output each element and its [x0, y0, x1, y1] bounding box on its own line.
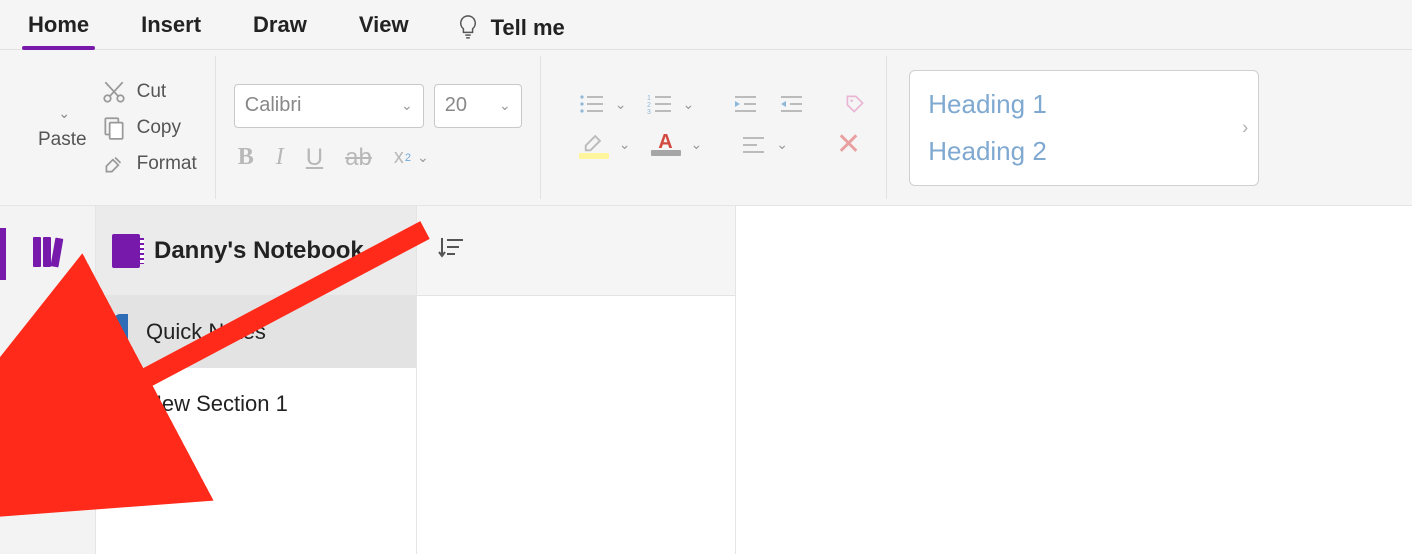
font-group: Calibri ⌄ 20 ⌄ B I U ab x2⌄ — [216, 56, 541, 199]
recent-rail-button[interactable] — [0, 452, 96, 512]
styles-group: Heading 1 Heading 2 › — [887, 56, 1259, 199]
cut-label: Cut — [137, 81, 167, 103]
tab-view[interactable]: View — [355, 6, 413, 50]
tab-home[interactable]: Home — [24, 6, 93, 50]
styles-gallery[interactable]: Heading 1 Heading 2 › — [909, 70, 1259, 186]
section-label: Quick Notes — [146, 319, 266, 345]
page-canvas[interactable] — [736, 206, 1412, 554]
notebooks-icon — [31, 234, 65, 275]
menu-bar: Home Insert Draw View Tell me — [0, 0, 1412, 50]
font-size-combo[interactable]: 20 ⌄ — [434, 84, 522, 128]
section-color-tab — [114, 314, 128, 350]
chevron-down-icon: ⌄ — [382, 241, 395, 261]
paragraph-group: ⌄ 123 ⌄ — [541, 56, 887, 199]
section-label: New Section 1 — [146, 391, 288, 417]
lightbulb-icon — [457, 14, 479, 42]
tell-me-label: Tell me — [491, 15, 565, 41]
clock-icon — [32, 464, 64, 501]
section-item[interactable]: Quick Notes — [96, 296, 416, 368]
strikethrough-button[interactable]: ab — [345, 144, 372, 172]
section-color-tab — [114, 386, 128, 422]
sort-pages-button[interactable] — [437, 234, 465, 267]
font-color-button[interactable]: A ⌄ — [651, 134, 703, 156]
bulleted-list-button[interactable]: ⌄ — [579, 93, 627, 115]
notebook-icon — [112, 234, 140, 268]
search-icon — [33, 351, 63, 386]
bold-button[interactable]: B — [238, 144, 254, 171]
notebook-picker[interactable]: Danny's Notebook ⌄ — [96, 206, 416, 296]
copy-icon — [101, 115, 127, 141]
numbered-list-button[interactable]: 123 ⌄ — [647, 93, 695, 115]
highlighter-icon — [581, 131, 607, 153]
copy-label: Copy — [137, 117, 181, 139]
paintbrush-icon — [101, 151, 127, 177]
pages-panel — [416, 206, 736, 554]
italic-button[interactable]: I — [276, 144, 284, 171]
ribbon: ⌄ Paste Cut Copy Format — [0, 50, 1412, 206]
scissors-icon — [101, 79, 127, 105]
svg-text:2: 2 — [647, 102, 651, 109]
tab-draw[interactable]: Draw — [249, 6, 311, 50]
paste-label: Paste — [38, 129, 87, 151]
font-name-value: Calibri — [245, 94, 302, 117]
style-heading1[interactable]: Heading 1 — [928, 81, 1240, 128]
left-rail — [0, 206, 96, 554]
sort-icon — [437, 234, 465, 262]
notebook-title: Danny's Notebook — [154, 237, 364, 265]
svg-text:1: 1 — [647, 95, 651, 102]
copy-button[interactable]: Copy — [101, 115, 197, 141]
align-button[interactable]: ⌄ — [740, 134, 788, 156]
outdent-button[interactable] — [732, 93, 758, 115]
highlight-button[interactable]: ⌄ — [579, 131, 631, 159]
section-item[interactable]: New Section 1 — [96, 368, 416, 440]
tags-button[interactable] — [842, 93, 868, 115]
format-label: Format — [137, 153, 197, 175]
chevron-down-icon: ⌄ — [493, 97, 511, 114]
cut-button[interactable]: Cut — [101, 79, 197, 105]
font-name-combo[interactable]: Calibri ⌄ — [234, 84, 424, 128]
clipboard-group: ⌄ Paste Cut Copy Format — [20, 56, 216, 199]
tab-insert[interactable]: Insert — [137, 6, 205, 50]
notebooks-rail-button[interactable] — [0, 224, 96, 284]
paste-dropdown[interactable]: ⌄ — [58, 105, 70, 122]
search-rail-button[interactable] — [0, 338, 96, 398]
chevron-down-icon: ⌄ — [395, 97, 413, 114]
content-area: Danny's Notebook ⌄ Quick Notes New Secti… — [0, 206, 1412, 554]
indent-button[interactable] — [778, 93, 804, 115]
format-painter-button[interactable]: Format — [101, 151, 197, 177]
underline-button[interactable]: U — [306, 144, 323, 172]
delete-button[interactable]: ✕ — [836, 127, 861, 162]
subscript-button[interactable]: x2⌄ — [394, 146, 429, 169]
font-size-value: 20 — [445, 94, 467, 117]
style-heading2[interactable]: Heading 2 — [928, 128, 1240, 175]
styles-expand-icon[interactable]: › — [1242, 117, 1248, 138]
svg-text:3: 3 — [647, 109, 651, 115]
tell-me-search[interactable]: Tell me — [457, 14, 565, 42]
sections-panel: Danny's Notebook ⌄ Quick Notes New Secti… — [96, 206, 416, 554]
